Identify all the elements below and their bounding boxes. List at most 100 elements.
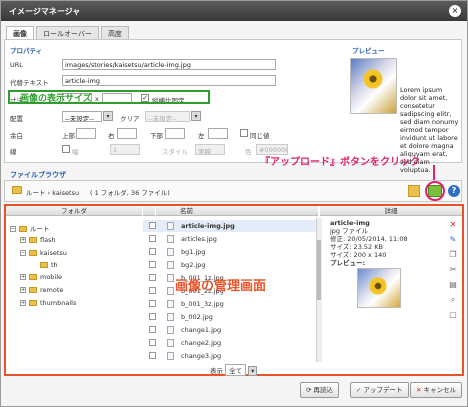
url-input[interactable]: images/stories/kaisetsu/article-img.jpg [62, 59, 276, 70]
tree-item-remote[interactable]: + remote [20, 286, 63, 294]
expand-icon[interactable]: + [20, 287, 26, 293]
tree-item-thumbnails[interactable]: + thumbnails [20, 299, 76, 307]
image-file-icon [167, 248, 174, 256]
chevron-down-icon[interactable]: ▾ [191, 111, 201, 121]
file-checkbox[interactable] [149, 339, 156, 346]
copy-icon[interactable]: ❐ [448, 250, 458, 260]
help-icon[interactable]: ? [448, 185, 460, 197]
preview-title: プレビュー [352, 47, 385, 55]
tree-item-mobile[interactable]: + mobile [20, 273, 62, 281]
file-checkbox[interactable] [149, 235, 156, 242]
tab-advanced[interactable]: 高度 [100, 26, 129, 40]
file-info-icon[interactable]: ▢ [448, 310, 458, 320]
border-checkbox[interactable] [62, 145, 70, 153]
file-checkbox[interactable] [149, 326, 156, 333]
expand-icon[interactable]: + [20, 237, 26, 243]
tab-rollover[interactable]: ロールオーバー [36, 26, 99, 40]
margin-top-input[interactable] [76, 128, 96, 139]
expand-icon[interactable]: + [20, 274, 26, 280]
file-row[interactable]: change2.jpg [143, 337, 317, 349]
details-column-header[interactable]: 詳細 [320, 206, 462, 216]
folder-icon [29, 300, 37, 306]
file-row[interactable]: article-img.jpg [143, 220, 317, 232]
tree-label: ルート [30, 225, 50, 233]
expand-icon[interactable]: + [20, 300, 26, 306]
align-select[interactable]: --未設定-- [62, 111, 102, 122]
border-style-label: スタイル [162, 148, 188, 156]
tree-item-flash[interactable]: + flash [20, 236, 56, 244]
details-panel: article-img jpg ファイル 修正: 20/05/2014, 11:… [330, 219, 445, 267]
file-checkbox[interactable] [149, 313, 156, 320]
collapse-icon[interactable]: − [10, 226, 16, 232]
close-icon[interactable]: × [449, 5, 461, 17]
new-folder-icon[interactable] [408, 185, 420, 197]
image-file-icon [167, 339, 174, 347]
collapse-icon[interactable]: − [20, 250, 26, 256]
file-row[interactable]: b_002.jpg [143, 311, 317, 323]
clear-select[interactable]: --未設定-- [145, 111, 190, 122]
name-column-header[interactable]: 名前 [156, 206, 318, 216]
file-row[interactable]: articles.jpg [143, 233, 317, 245]
align-label: 配置 [10, 115, 23, 123]
border-style-input[interactable]: 実線 [195, 144, 225, 155]
image-file-icon [167, 287, 174, 295]
margin-left-input[interactable] [208, 128, 228, 139]
file-checkbox[interactable] [149, 261, 156, 268]
border-width-input[interactable]: 1 [110, 144, 140, 155]
rename-icon[interactable]: ✎ [448, 235, 458, 245]
image-file-icon [167, 326, 174, 334]
file-browser-title: ファイルブラウザ [10, 171, 66, 179]
image-file-icon [167, 261, 174, 269]
file-row[interactable]: b_001_3z.jpg [143, 298, 317, 310]
update-button[interactable]: ✓ アップデート [350, 382, 409, 398]
file-row[interactable]: bg1.jpg [143, 246, 317, 258]
tree-item-kaisetsu[interactable]: − kaisetsu [20, 249, 67, 257]
tree-item-root[interactable]: − ルート [10, 223, 50, 233]
tab-image[interactable]: 画像 [6, 26, 34, 40]
file-checkbox[interactable] [149, 352, 156, 359]
cut-icon[interactable]: ✂ [448, 265, 458, 275]
pager: 表示 全て ▾ [210, 364, 258, 376]
file-checkbox[interactable] [149, 222, 156, 229]
border-color-label: 色 [245, 148, 252, 156]
file-row[interactable]: change3.jpg [143, 350, 317, 362]
file-checkbox[interactable] [149, 287, 156, 294]
file-name: article-img.jpg [181, 222, 235, 230]
delete-icon[interactable]: ✕ [448, 220, 458, 230]
cancel-button[interactable]: ✕ キャンセル [410, 382, 463, 398]
file-row[interactable]: bg2.jpg [143, 259, 317, 271]
image-file-icon [167, 274, 174, 282]
view-icon[interactable]: ⌕ [448, 295, 458, 305]
chevron-down-icon[interactable]: ▾ [103, 111, 113, 121]
border-width-label: 幅 [72, 148, 79, 156]
select-all-column-header[interactable] [143, 206, 155, 216]
file-checkbox[interactable] [149, 274, 156, 281]
margin-label: 余白 [10, 132, 23, 140]
file-actions: ✕ ✎ ❐ ✂ ▤ ⌕ ▢ [448, 220, 460, 325]
tree-label: thumbnails [40, 299, 77, 307]
breadcrumb[interactable]: ルート › kaisetsu [26, 187, 79, 197]
margin-right-input[interactable] [117, 128, 137, 139]
scrollbar-thumb[interactable] [317, 240, 321, 300]
refresh-button[interactable]: ⟳ 再読込 [300, 382, 340, 398]
margin-bottom-input[interactable] [165, 128, 185, 139]
same-margin-checkbox[interactable] [240, 129, 248, 137]
margin-bottom-label: 下部 [150, 132, 163, 140]
tree-item-th[interactable]: th [40, 261, 58, 269]
pager-select[interactable]: 全て [225, 364, 247, 376]
file-row[interactable]: change1.jpg [143, 324, 317, 336]
folder-column-header[interactable]: フォルダ [6, 206, 142, 216]
alt-input[interactable]: article-img [62, 75, 276, 86]
file-checkbox[interactable] [149, 248, 156, 255]
folder-icon [29, 250, 37, 256]
paste-icon[interactable]: ▤ [448, 280, 458, 290]
flower-image [362, 68, 384, 90]
cancel-label: キャンセル [423, 386, 457, 394]
flower-image [368, 276, 388, 296]
tree-label: mobile [40, 273, 63, 281]
file-checkbox[interactable] [149, 300, 156, 307]
tab-bar: 画像 ロールオーバー 高度 [6, 26, 131, 40]
folder-summary: ( 1 フォルダ, 36 ファイル) [90, 189, 170, 197]
chevron-down-icon[interactable]: ▾ [248, 366, 258, 376]
file-name: change3.jpg [181, 352, 222, 360]
